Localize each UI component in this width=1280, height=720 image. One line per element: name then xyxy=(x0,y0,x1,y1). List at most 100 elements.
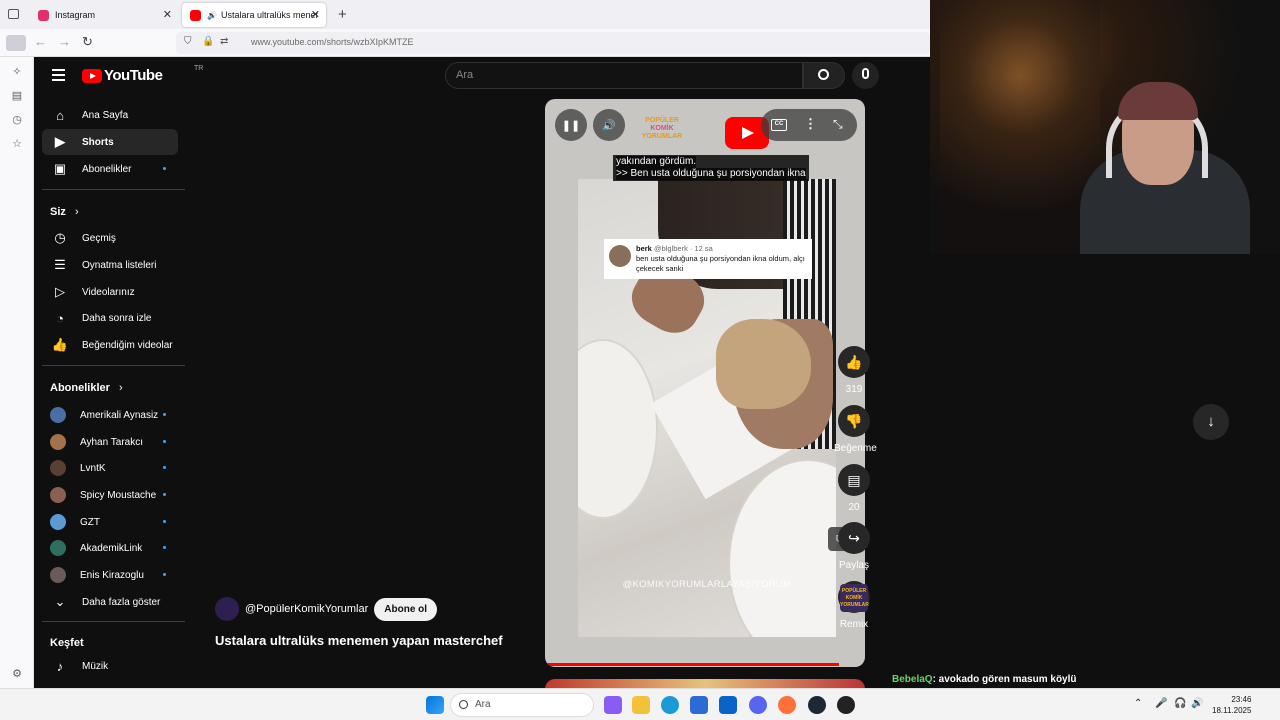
you-section-header[interactable]: Siz › xyxy=(50,206,79,218)
next-short-button[interactable]: ↓ xyxy=(1193,404,1229,440)
new-content-dot xyxy=(163,520,166,523)
avatar xyxy=(50,567,66,583)
share-label: Paylaş xyxy=(838,560,869,571)
youtube-page: YouTube TR Ara ⌂ Ana Sayfa ▶ Shorts ▣ Ab… xyxy=(34,57,930,688)
app-icon[interactable] xyxy=(837,696,855,714)
nav-home[interactable]: ⌂ Ana Sayfa xyxy=(42,102,178,128)
speaker-icon[interactable]: 🔊 xyxy=(207,11,217,20)
channel-avatar[interactable] xyxy=(215,597,239,621)
share-button[interactable]: ↪ Paylaş xyxy=(834,522,874,571)
new-tab-button[interactable]: + xyxy=(338,6,347,23)
avatar xyxy=(50,540,66,556)
next-short-preview[interactable] xyxy=(545,679,865,688)
bookmarks-icon[interactable]: ☆ xyxy=(10,137,24,151)
sidebar-item-channel[interactable]: GZT xyxy=(42,509,178,535)
volume-icon[interactable]: 🔊 xyxy=(1191,698,1203,709)
tab-list-icon[interactable] xyxy=(8,9,19,19)
video-frame[interactable]: berk @blglberk · 12 sa ben usta olduğuna… xyxy=(578,179,836,637)
tab-youtube[interactable]: 🔊 Ustalara ultralüks menemen ✕ xyxy=(182,3,326,27)
home-icon: ⌂ xyxy=(56,107,64,123)
clock[interactable]: 23:46 18.11.2025 xyxy=(1212,694,1251,716)
back-icon[interactable]: ← xyxy=(34,34,47,49)
settings-icon[interactable]: ⚙ xyxy=(10,667,24,681)
nav-label: Videolarınız xyxy=(82,286,135,298)
mic-icon[interactable]: 🎤 xyxy=(1155,698,1167,709)
sidebar-item-channel[interactable]: Spicy Moustache xyxy=(42,482,178,508)
subscriptions-section-header[interactable]: Abonelikler › xyxy=(50,382,123,394)
fullscreen-icon[interactable]: ⤡ xyxy=(833,117,843,132)
store-icon[interactable] xyxy=(690,696,708,714)
subscribe-button[interactable]: Abone ol xyxy=(374,597,438,621)
nav-label: Daha sonra izle xyxy=(82,312,152,324)
nav-subscriptions[interactable]: ▣ Abonelikler xyxy=(42,156,178,182)
shield-icon[interactable]: ⛉ xyxy=(184,36,192,47)
nav-liked-videos[interactable]: 👍 Beğendiğim videolar xyxy=(42,332,178,358)
show-more-button[interactable]: ⌄ Daha fazla göster xyxy=(42,589,178,615)
comments-button[interactable]: ▤ 20 xyxy=(834,464,874,513)
outlook-icon[interactable] xyxy=(719,696,737,714)
progress-bar[interactable] xyxy=(545,663,840,666)
channel-name: LvntK xyxy=(80,462,106,474)
nav-label: Oynatma listeleri xyxy=(82,259,157,271)
url-text[interactable]: www.youtube.com/shorts/wzbXIpKMTZE xyxy=(251,37,414,47)
close-icon[interactable]: ✕ xyxy=(311,8,320,21)
close-icon[interactable]: ✕ xyxy=(163,8,172,21)
like-button[interactable]: 👍 319 xyxy=(834,346,874,395)
sidebar-item-channel[interactable]: Amerikali Aynasiz xyxy=(42,402,178,428)
nav-music[interactable]: ♪ Müzik xyxy=(42,653,178,679)
search-input[interactable]: Ara xyxy=(445,62,803,89)
lock-icon: 🔒 xyxy=(202,36,215,47)
channel-thumbnail[interactable]: POPÜLER KOMİK YORUMLAR xyxy=(840,584,869,612)
video-title[interactable]: Ustalara ultralüks menemen yapan masterc… xyxy=(215,633,503,648)
channel-name[interactable]: @PopülerKomikYorumlar xyxy=(245,603,368,615)
captions-icon[interactable]: CC xyxy=(771,119,787,131)
tweet-overlay: berk @blglberk · 12 sa ben usta olduğuna… xyxy=(604,239,812,279)
nav-shorts[interactable]: ▶ Shorts xyxy=(42,129,178,155)
sidebar-item-channel[interactable]: Ayhan Tarakcı xyxy=(42,429,178,455)
more-options-icon[interactable]: ⋮ xyxy=(804,116,817,132)
steam-icon[interactable] xyxy=(808,696,826,714)
history-icon[interactable]: ◷ xyxy=(10,113,24,127)
chat-text: : avokado gören masum köylü xyxy=(932,674,1077,685)
sidebar-item-channel[interactable]: Enis Kirazoglu xyxy=(42,562,178,588)
logo-line: POPÜLER xyxy=(645,117,679,124)
pause-button[interactable]: ❚❚ xyxy=(555,109,587,141)
ai-chat-icon[interactable]: ✧ xyxy=(10,65,24,79)
shorts-player[interactable]: berk @blglberk · 12 sa ben usta olduğuna… xyxy=(545,99,865,667)
mute-button[interactable]: 🔊 xyxy=(593,109,625,141)
sidebar-item-channel[interactable]: LvntK xyxy=(42,455,178,481)
channel-name: AkademikLink xyxy=(80,542,143,554)
start-icon[interactable] xyxy=(426,696,444,714)
reload-icon[interactable]: ↻ xyxy=(82,34,93,50)
youtube-logo[interactable]: YouTube TR xyxy=(82,65,203,84)
taskbar-search[interactable]: Ara xyxy=(450,693,594,717)
voice-search-button[interactable] xyxy=(852,62,879,89)
firefox-icon[interactable] xyxy=(778,696,796,714)
url-toolbar xyxy=(0,29,930,57)
nav-playlists[interactable]: ☰ Oynatma listeleri xyxy=(42,252,178,278)
forward-icon[interactable]: → xyxy=(58,34,71,49)
shorts-icon: ▶ xyxy=(55,134,65,149)
dislike-button[interactable]: 👎 Beğenme xyxy=(834,405,877,454)
widgets-icon[interactable] xyxy=(604,696,622,714)
search-button[interactable] xyxy=(803,62,845,89)
nav-your-videos[interactable]: ▷ Videolarınız xyxy=(42,279,178,305)
synced-tabs-icon[interactable]: ▤ xyxy=(10,89,24,103)
music-icon: ♪ xyxy=(56,658,64,674)
discord-icon[interactable] xyxy=(749,696,767,714)
nav-watch-later[interactable]: ◔ Daha sonra izle xyxy=(42,305,178,331)
file-explorer-icon[interactable] xyxy=(632,696,650,714)
sidebar-toggle-icon[interactable] xyxy=(6,35,26,51)
headset-icon[interactable]: 🎧 xyxy=(1174,698,1186,709)
menu-icon[interactable] xyxy=(52,69,65,84)
chevron-up-icon[interactable]: ⌃ xyxy=(1134,698,1142,709)
your-videos-icon: ▷ xyxy=(55,284,65,299)
nav-history[interactable]: ◷ Geçmiş xyxy=(42,225,178,251)
permissions-icon[interactable]: ⇄ xyxy=(220,36,228,47)
taskbar: Ara ⌃ 🎤 🎧 🔊 23:46 18.11.2025 xyxy=(0,688,1280,720)
avatar xyxy=(50,487,66,503)
tab-instagram[interactable]: Instagram ✕ xyxy=(30,3,178,27)
logo-line: YORUMLAR xyxy=(641,133,683,140)
sidebar-item-channel[interactable]: AkademikLink xyxy=(42,535,178,561)
edge-icon[interactable] xyxy=(661,696,679,714)
